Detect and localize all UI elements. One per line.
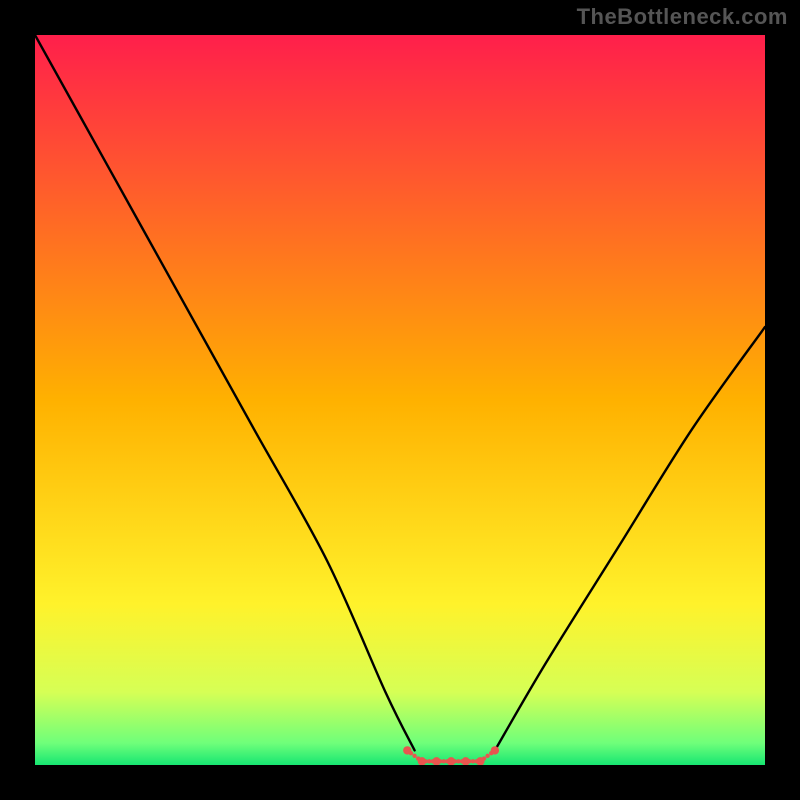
gradient-background [35, 35, 765, 765]
plot-area [35, 35, 765, 765]
chart-frame: TheBottleneck.com [0, 0, 800, 800]
watermark-text: TheBottleneck.com [577, 4, 788, 30]
chart-svg [35, 35, 765, 765]
